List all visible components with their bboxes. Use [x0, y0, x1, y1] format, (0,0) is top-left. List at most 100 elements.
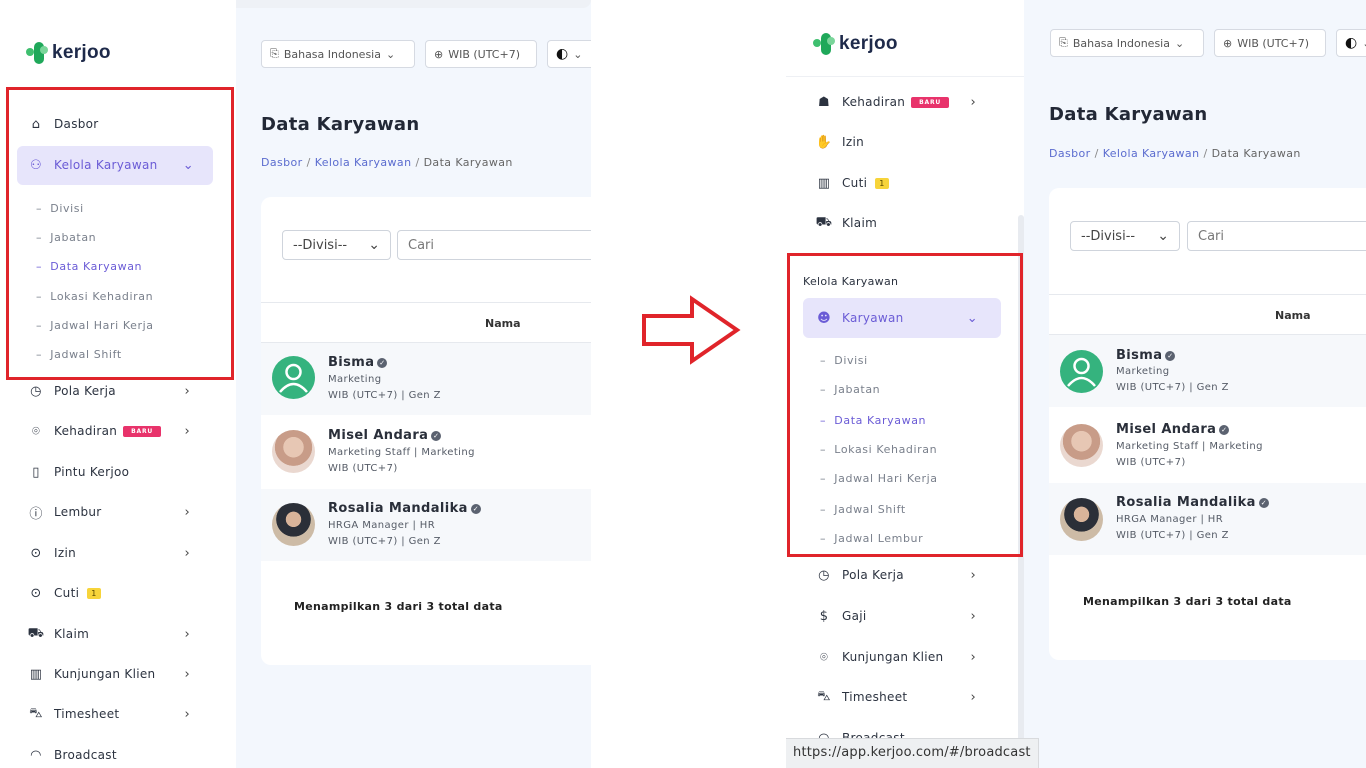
- timezone-button[interactable]: ⊕ WIB (UTC+7): [425, 40, 537, 68]
- employee-name[interactable]: Misel Andara ✓: [328, 428, 442, 443]
- nav-lembur[interactable]: ⓘ Lembur ›: [28, 504, 190, 522]
- table-row[interactable]: Bisma ✓ Marketing WIB (UTC+7) | Gen Z: [1049, 335, 1366, 407]
- brand-logo[interactable]: kerjoo: [813, 33, 898, 55]
- language-select[interactable]: ⎘ Bahasa Indonesia ⌄: [261, 40, 415, 68]
- division-select-value: --Divisi--: [293, 237, 348, 253]
- verified-icon: ✓: [1258, 498, 1269, 508]
- submenu-jabatan[interactable]: – Jabatan: [36, 231, 96, 244]
- employee-name[interactable]: Misel Andara ✓: [1116, 422, 1230, 437]
- theme-toggle[interactable]: ◐ ⌄: [1336, 29, 1366, 57]
- nav-kunjungan-klien[interactable]: ⌾ Kunjungan Klien ›: [816, 649, 976, 665]
- count-badge: 1: [87, 587, 101, 599]
- submenu-label: Divisi: [50, 202, 84, 215]
- submenu-label: Data Karyawan: [834, 414, 927, 427]
- submenu-jadwal-lembur[interactable]: – Jadwal Lembur: [820, 532, 923, 545]
- nav-karyawan[interactable]: ☻ Karyawan ⌄: [816, 310, 978, 326]
- hand-icon: ✋: [815, 134, 833, 150]
- submenu-divisi[interactable]: – Divisi: [36, 202, 84, 215]
- timezone-label: WIB (UTC+7): [1237, 36, 1309, 50]
- breadcrumb-dasbor[interactable]: Dasbor: [261, 156, 303, 169]
- submenu-jabatan[interactable]: – Jabatan: [820, 383, 880, 396]
- employee-name[interactable]: Bisma ✓: [328, 355, 388, 370]
- search-input[interactable]: Cari: [397, 230, 591, 260]
- nav-label: Kehadiran: [54, 424, 118, 438]
- brand-name: kerjoo: [839, 33, 898, 54]
- submenu-data-karyawan[interactable]: – Data Karyawan: [36, 260, 142, 273]
- chevron-right-icon: ›: [184, 545, 190, 561]
- brand-logo[interactable]: kerjoo: [26, 42, 111, 64]
- language-select[interactable]: ⎘ Bahasa Indonesia ⌄: [1050, 29, 1204, 57]
- submenu-lokasi-kehadiran[interactable]: – Lokasi Kehadiran: [820, 443, 937, 456]
- nav-kelola-karyawan[interactable]: ⚇ Kelola Karyawan ⌄: [28, 157, 194, 173]
- pagination-summary: Menampilkan 3 dari 3 total data: [294, 600, 503, 613]
- breadcrumb-kelola-karyawan[interactable]: Kelola Karyawan: [1103, 147, 1200, 160]
- nav-timesheet[interactable]: ⛍ Timesheet ›: [28, 706, 190, 722]
- employee-position: Marketing Staff | Marketing: [1116, 441, 1263, 452]
- table-row[interactable]: Rosalia Mandalika ✓ HRGA Manager | HR WIB…: [261, 489, 591, 561]
- verified-icon: ✓: [470, 504, 481, 514]
- info-circle-icon: ⓘ: [29, 506, 43, 522]
- table-row[interactable]: Misel Andara ✓ Marketing Staff | Marketin…: [261, 416, 591, 488]
- table-row[interactable]: Bisma ✓ Marketing WIB (UTC+7) | Gen Z: [261, 343, 591, 415]
- nav-pola-kerja[interactable]: ◷ Pola Kerja ›: [816, 567, 976, 583]
- kerjoo-logo-icon: [26, 42, 48, 64]
- submenu-lokasi-kehadiran[interactable]: – Lokasi Kehadiran: [36, 290, 153, 303]
- submenu-jadwal-hari-kerja[interactable]: – Jadwal Hari Kerja: [36, 319, 154, 332]
- employee-name[interactable]: Rosalia Mandalika ✓: [328, 501, 481, 516]
- nav-klaim[interactable]: ⛟ Klaim: [816, 215, 976, 231]
- submenu-label: Lokasi Kehadiran: [50, 290, 154, 303]
- breadcrumb-dasbor[interactable]: Dasbor: [1049, 147, 1091, 160]
- submenu-jadwal-hari-kerja[interactable]: – Jadwal Hari Kerja: [820, 472, 938, 485]
- submenu-jadwal-shift[interactable]: – Jadwal Shift: [36, 348, 122, 361]
- table-row[interactable]: Rosalia Mandalika ✓ HRGA Manager | HR WIB…: [1049, 483, 1366, 555]
- employee-name[interactable]: Bisma ✓: [1116, 348, 1176, 363]
- pagination-summary: Menampilkan 3 dari 3 total data: [1083, 595, 1292, 608]
- nav-timesheet[interactable]: ⛍ Timesheet ›: [816, 689, 976, 705]
- rss-icon: ◠: [30, 747, 42, 763]
- nav-izin[interactable]: ✋ Izin: [816, 134, 976, 150]
- users-icon: ☻: [817, 310, 831, 326]
- nav-label: Timesheet: [54, 707, 120, 721]
- nav-klaim[interactable]: ⛟ Klaim ›: [28, 626, 190, 642]
- search-input[interactable]: Cari: [1187, 221, 1366, 251]
- nav-label: Broadcast: [54, 748, 117, 762]
- sidebar: kerjoo ⌂ Dasbor ⚇ Kelola Karyawan ⌄ – Di…: [0, 0, 236, 768]
- page-title: Data Karyawan: [1049, 104, 1208, 125]
- theme-toggle[interactable]: ◐ ⌄: [547, 40, 591, 68]
- breadcrumb-kelola-karyawan[interactable]: Kelola Karyawan: [315, 156, 412, 169]
- submenu-divisi[interactable]: – Divisi: [820, 354, 868, 367]
- column-header-nama[interactable]: Nama: [485, 317, 521, 330]
- employee-position: HRGA Manager | HR: [328, 520, 436, 531]
- submenu-data-karyawan[interactable]: – Data Karyawan: [820, 414, 926, 427]
- timezone-button[interactable]: ⊕ WIB (UTC+7): [1214, 29, 1326, 57]
- division-select[interactable]: --Divisi-- ⌄: [282, 230, 391, 260]
- nav-cuti[interactable]: ⊙ Cuti 1: [28, 585, 190, 601]
- nav-cuti[interactable]: ▥ Cuti 1: [816, 175, 976, 191]
- nav-gaji[interactable]: $ Gaji ›: [816, 608, 976, 624]
- chevron-down-icon: ⌄: [385, 47, 396, 61]
- nav-kehadiran[interactable]: ⌾ Kehadiran BARU ›: [28, 423, 190, 439]
- chevron-down-icon: ⌄: [182, 157, 194, 173]
- nav-broadcast[interactable]: ◠ Broadcast: [28, 747, 190, 763]
- nav-kehadiran[interactable]: ☗ Kehadiran BARU ›: [816, 94, 976, 110]
- nav-izin[interactable]: ⊙ Izin ›: [28, 545, 190, 561]
- nav-pola-kerja[interactable]: ◷ Pola Kerja ›: [28, 383, 190, 399]
- employee-name[interactable]: Rosalia Mandalika ✓: [1116, 495, 1269, 510]
- employee-name-text: Bisma: [1116, 348, 1163, 363]
- submenu-jadwal-shift[interactable]: – Jadwal Shift: [820, 503, 906, 516]
- nav-pintu-kerjoo[interactable]: ▯ Pintu Kerjoo: [28, 464, 190, 480]
- sidebar-scrollbar[interactable]: [1018, 215, 1024, 755]
- column-header-nama[interactable]: Nama: [1275, 309, 1311, 322]
- table-row[interactable]: Misel Andara ✓ Marketing Staff | Marketin…: [1049, 408, 1366, 480]
- status-bar-url: https://app.kerjoo.com/#/broadcast: [786, 738, 1039, 768]
- language-label: Bahasa Indonesia: [283, 47, 381, 61]
- count-badge: 1: [875, 177, 889, 189]
- location-pin-icon: ⌾: [819, 649, 829, 665]
- verified-icon: ✓: [1219, 425, 1230, 435]
- employee-name-text: Bisma: [328, 355, 375, 370]
- clock-icon: ◷: [818, 567, 830, 583]
- after-screenshot: kerjoo ☗ Kehadiran BARU › ✋ Izin ▥ Cuti …: [786, 0, 1366, 768]
- nav-dasbor[interactable]: ⌂ Dasbor: [28, 116, 198, 132]
- nav-kunjungan-klien[interactable]: ▥ Kunjungan Klien ›: [28, 666, 190, 682]
- division-select[interactable]: --Divisi-- ⌄: [1070, 221, 1180, 251]
